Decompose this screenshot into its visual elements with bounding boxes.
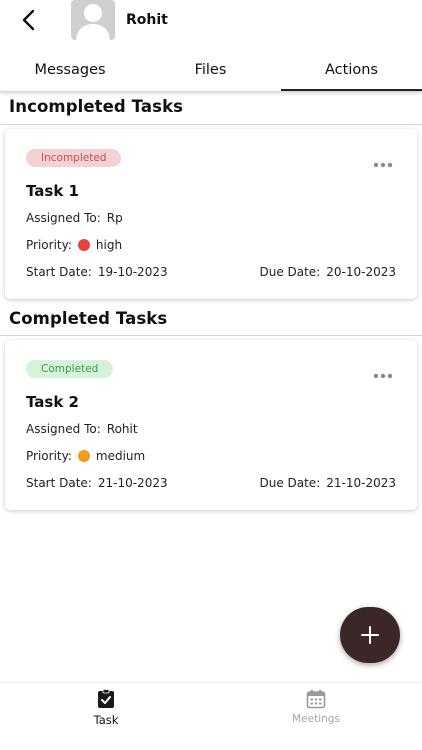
- due-date-row: Due Date: 20-10-2023: [259, 265, 396, 279]
- assigned-value: Rohit: [106, 422, 138, 436]
- section-divider: [0, 335, 422, 336]
- tab-files[interactable]: Files: [140, 52, 281, 92]
- priority-value: medium: [95, 449, 146, 463]
- assigned-value: Rp: [106, 211, 123, 225]
- tab-bar: Messages Files Actions: [0, 52, 422, 92]
- more-horizontal-icon: [373, 373, 393, 379]
- tab-messages[interactable]: Messages: [0, 52, 140, 92]
- due-date-value: 20-10-2023: [326, 265, 396, 279]
- due-date-label: Due Date:: [259, 476, 321, 490]
- task-card-1[interactable]: Incompleted Task 1 Assigned To: Rp Priori…: [5, 129, 417, 299]
- nav-task[interactable]: Task: [56, 689, 156, 727]
- more-horizontal-icon: [373, 162, 393, 168]
- chat-header: Rohit: [0, 0, 422, 48]
- nav-meetings-label: Meetings: [292, 713, 340, 725]
- calendar-icon: [306, 689, 326, 709]
- start-date-value: 19-10-2023: [97, 265, 168, 279]
- more-options-button[interactable]: [373, 364, 393, 379]
- contact-name: Rohit: [126, 12, 168, 28]
- back-button[interactable]: [18, 8, 42, 32]
- task-title: Task 2: [26, 393, 79, 411]
- priority-row: Priority: medium: [26, 449, 145, 463]
- status-badge: Incompleted: [26, 149, 122, 167]
- user-placeholder-icon: [71, 0, 115, 40]
- task-checklist-icon: [98, 689, 114, 708]
- due-date-label: Due Date:: [259, 265, 321, 279]
- more-options-button[interactable]: [373, 153, 393, 168]
- completed-tasks-heading: Completed Tasks: [9, 309, 168, 328]
- assigned-row: Assigned To: Rohit: [26, 422, 138, 436]
- start-date-label: Start Date:: [26, 265, 92, 279]
- plus-icon: [361, 626, 379, 644]
- nav-meetings[interactable]: Meetings: [266, 689, 366, 725]
- priority-row: Priority: high: [26, 238, 122, 252]
- avatar[interactable]: [71, 0, 115, 40]
- due-date-value: 21-10-2023: [326, 476, 396, 490]
- start-date-value: 21-10-2023: [97, 476, 168, 490]
- assigned-row: Assigned To: Rp: [26, 211, 123, 225]
- start-date-label: Start Date:: [26, 476, 92, 490]
- section-divider: [0, 124, 422, 125]
- due-date-row: Due Date: 21-10-2023: [259, 476, 396, 490]
- active-tab-indicator: [281, 89, 422, 91]
- status-badge: Completed: [26, 360, 114, 378]
- priority-label: Priority:: [26, 449, 72, 463]
- priority-value: high: [95, 238, 123, 252]
- nav-task-label: Task: [93, 713, 119, 727]
- incompleted-tasks-heading: Incompleted Tasks: [9, 97, 184, 116]
- back-arrow-icon: [22, 9, 35, 31]
- priority-medium-dot-icon: [77, 450, 90, 462]
- start-date-row: Start Date: 19-10-2023: [26, 265, 168, 279]
- tab-actions[interactable]: Actions: [281, 52, 422, 92]
- task-title: Task 1: [26, 182, 79, 200]
- priority-label: Priority:: [26, 238, 72, 252]
- priority-high-dot-icon: [77, 239, 90, 251]
- assigned-label: Assigned To:: [26, 422, 101, 436]
- task-card-2[interactable]: Completed Task 2 Assigned To: Rohit Prior…: [5, 340, 417, 510]
- assigned-label: Assigned To:: [26, 211, 101, 225]
- bottom-navigation: Task Meetings: [0, 682, 422, 750]
- start-date-row: Start Date: 21-10-2023: [26, 476, 168, 490]
- add-task-button[interactable]: [340, 607, 400, 663]
